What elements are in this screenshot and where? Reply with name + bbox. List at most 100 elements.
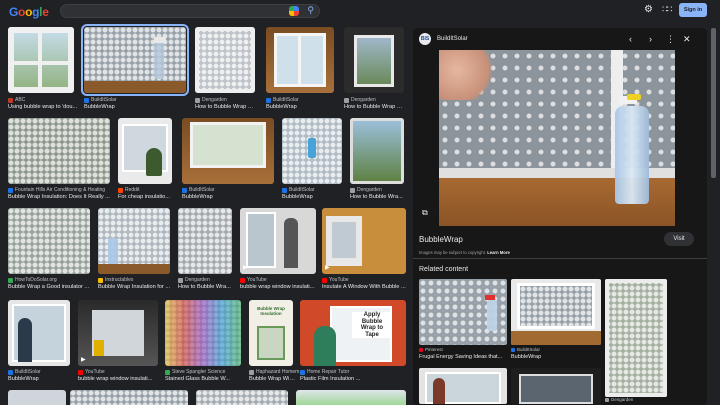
result-title[interactable]: BubbleWrap [266, 104, 334, 110]
related-item[interactable] [511, 368, 601, 404]
result-tile[interactable]: BuildItSolar BubbleWrap [182, 118, 274, 200]
result-tile[interactable]: ▶ YouTube bubble wrap window insulati... [240, 208, 316, 290]
result-thumbnail[interactable] [165, 300, 241, 366]
result-thumbnail[interactable]: ▶ [240, 208, 316, 274]
sign-in-button[interactable]: Sign in [679, 3, 707, 17]
result-tile[interactable]: Dengarden How to Bubble Wrap Wi... [195, 27, 257, 110]
result-title[interactable]: Bubble Wrap a Good insulator ... [8, 284, 90, 290]
scrollbar[interactable] [711, 28, 716, 178]
result-title[interactable]: BubbleWrap [182, 194, 272, 200]
result-tile[interactable]: BuildItSolar BubbleWrap [8, 300, 70, 382]
result-title[interactable]: Bubble Wrap Windo... [249, 376, 297, 382]
result-thumbnail[interactable] [182, 118, 274, 184]
apps-grid-icon[interactable]: ∷∷ [662, 4, 673, 15]
source-favicon-icon [84, 97, 89, 103]
result-title[interactable]: BubbleWrap [8, 376, 70, 382]
result-thumbnail[interactable] [296, 390, 406, 405]
result-tile[interactable]: Instructables Bubble Wrap Insulation for… [98, 208, 170, 290]
result-tile[interactable] [196, 390, 288, 405]
result-thumbnail[interactable]: Bubble Wrap Insulation [249, 300, 293, 366]
result-title[interactable]: bubble wrap window insulati... [78, 376, 158, 382]
close-icon[interactable]: ✕ [683, 34, 691, 45]
result-thumbnail[interactable] [8, 390, 66, 405]
lens-search-icon[interactable]: ⧉ [422, 208, 428, 218]
result-title[interactable]: BubbleWrap [84, 104, 184, 110]
result-tile[interactable] [296, 390, 406, 405]
result-tile[interactable] [70, 390, 188, 405]
related-thumbnail[interactable] [605, 279, 667, 397]
result-thumbnail[interactable] [344, 27, 404, 93]
result-title[interactable]: Bubble Wrap Insulation: Does It Really .… [8, 194, 112, 200]
result-tile[interactable]: Steve Spangler Science Stained Glass Bub… [165, 300, 241, 382]
related-item[interactable] [419, 368, 507, 404]
related-thumbnail[interactable] [419, 368, 507, 404]
result-tile[interactable]: Bubble Wrap Insulation Haphazard Homem..… [249, 300, 304, 382]
result-thumbnail[interactable] [8, 27, 74, 93]
result-tile[interactable]: ▶ YouTube Insulate A Window With Bubble … [322, 208, 406, 290]
result-thumbnail[interactable] [196, 390, 288, 405]
preview-image[interactable] [439, 50, 675, 226]
related-title[interactable]: BubbleWrap [511, 354, 541, 360]
chevron-right-icon[interactable]: › [649, 34, 652, 44]
result-thumbnail[interactable] [118, 118, 172, 184]
result-thumbnail[interactable]: ▶ [78, 300, 158, 366]
result-tile[interactable]: BuildItSolar BubbleWrap [282, 118, 342, 200]
search-icon[interactable]: ⚲ [307, 5, 314, 16]
related-item[interactable]: Pinterest Frugal Energy Saving Ideas tha… [419, 279, 507, 360]
result-tile[interactable]: Dengarden How to Bubble Wra... [178, 208, 232, 290]
result-title[interactable]: For cheap insulatio... [118, 194, 176, 200]
result-thumbnail[interactable] [70, 390, 188, 405]
result-title[interactable]: Plastic Film Insulation ... [300, 376, 406, 382]
result-title[interactable]: How to Bubble Wrap Wi... [344, 104, 406, 110]
result-thumbnail[interactable] [178, 208, 232, 274]
result-title[interactable]: How to Bubble Wrap Wi... [195, 104, 257, 110]
result-thumbnail[interactable] [81, 24, 189, 96]
result-thumbnail[interactable] [195, 27, 255, 93]
result-title[interactable]: Using bubble wrap to 'dou... [8, 104, 78, 110]
settings-gear-icon[interactable]: ⚙ [644, 4, 653, 15]
result-tile[interactable] [8, 390, 66, 405]
result-title[interactable]: How to Bubble Wra... [350, 194, 406, 200]
result-title[interactable]: BubbleWrap [282, 194, 342, 200]
result-thumbnail[interactable]: Apply Bubble Wrap to Tape [300, 300, 406, 366]
related-thumbnail[interactable] [511, 279, 601, 345]
result-source: Haphazard Homem... [249, 369, 304, 375]
result-thumbnail[interactable] [350, 118, 404, 184]
result-thumbnail[interactable] [266, 27, 334, 93]
result-title[interactable]: bubble wrap window insulati... [240, 284, 316, 290]
image-title[interactable]: BubbleWrap [419, 235, 463, 244]
google-lens-icon[interactable] [289, 6, 299, 16]
search-input[interactable]: ⚲ [60, 4, 320, 18]
result-tile[interactable]: Dengarden How to Bubble Wrap Wi... [344, 27, 406, 110]
result-title[interactable]: Insulate A Window With Bubble ... [322, 284, 410, 290]
chevron-left-icon[interactable]: ‹ [629, 34, 632, 44]
related-title[interactable]: Frugal Energy Saving Ideas that... [419, 354, 502, 360]
result-thumbnail[interactable] [8, 300, 70, 366]
related-thumbnail[interactable] [419, 279, 507, 345]
result-thumbnail[interactable] [282, 118, 342, 184]
related-thumbnail[interactable] [511, 368, 601, 404]
result-title[interactable]: Stained Glass Bubble W... [165, 376, 241, 382]
result-tile[interactable]: ▶ YouTube bubble wrap window insulati... [78, 300, 158, 382]
learn-more-link[interactable]: Learn More [487, 250, 510, 255]
result-thumbnail[interactable]: ▶ [322, 208, 406, 274]
result-thumbnail[interactable] [8, 118, 110, 184]
related-item[interactable]: BuildItSolar BubbleWrap [511, 279, 601, 360]
site-name[interactable]: BuildItSolar [437, 36, 468, 42]
result-title[interactable]: Bubble Wrap Insulation for ... [98, 284, 172, 290]
result-tile[interactable]: Dengarden How to Bubble Wra... [350, 118, 404, 200]
result-tile[interactable]: BuildItSolar BubbleWrap [266, 27, 334, 110]
result-tile-selected[interactable]: BuildItSolar BubbleWrap [81, 24, 189, 110]
result-title[interactable]: How to Bubble Wra... [178, 284, 234, 290]
result-thumbnail[interactable] [8, 208, 90, 274]
google-logo[interactable]: Google [9, 5, 49, 19]
related-item[interactable]: Dengarden [605, 279, 667, 402]
result-tile[interactable]: Reddit For cheap insulatio... [118, 118, 172, 200]
result-thumbnail[interactable] [98, 208, 170, 274]
result-tile[interactable]: ABC Using bubble wrap to 'dou... [8, 27, 77, 110]
visit-button[interactable]: Visit [664, 232, 694, 246]
result-tile[interactable]: HowToDoSolar.org Bubble Wrap a Good insu… [8, 208, 90, 290]
result-tile[interactable]: Apply Bubble Wrap to Tape Home Repair Tu… [300, 300, 406, 382]
result-tile[interactable]: Fountain Hills Air Conditioning & Heatin… [8, 118, 110, 200]
more-vert-icon[interactable]: ⋮ [666, 34, 675, 45]
